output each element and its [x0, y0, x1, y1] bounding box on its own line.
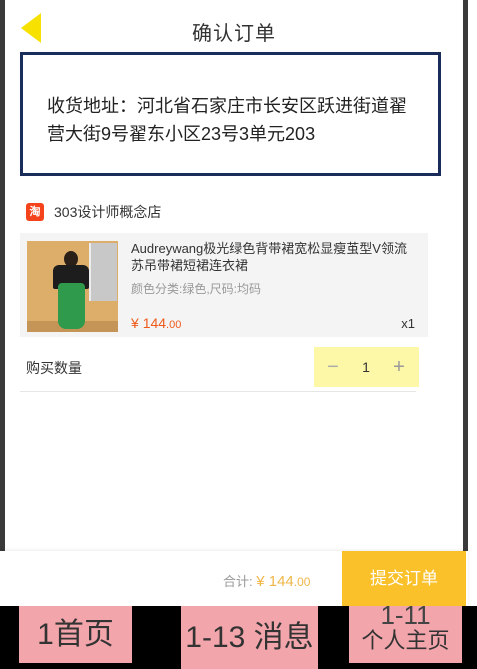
taobao-store-icon: 淘	[26, 203, 44, 221]
total-label: 合计:	[223, 574, 257, 589]
tab-home[interactable]: 1首页	[19, 606, 132, 663]
price-decimal: .00	[166, 319, 182, 331]
store-row[interactable]: 淘 303设计师概念店	[26, 200, 161, 224]
header: 确认订单	[5, 0, 463, 58]
purchase-quantity-label: 购买数量	[26, 360, 82, 376]
right-frame	[463, 0, 468, 606]
price-currency: ¥	[131, 315, 143, 331]
purchase-quantity-row: 购买数量 − 1 +	[20, 345, 419, 392]
submit-bar: 合计: ¥ 144.00 提交订单	[0, 551, 468, 606]
order-total: 合计: ¥ 144.00	[223, 571, 310, 590]
product-image	[27, 241, 118, 332]
decrease-quantity-button[interactable]: −	[318, 351, 348, 383]
total-currency: ¥	[256, 573, 269, 590]
total-decimal: .00	[293, 575, 311, 589]
product-name: Audreywang极光绿色背带裙宽松显瘦茧型V领流苏吊带裙短裙连衣裙	[131, 241, 407, 273]
store-name: 303设计师概念店	[54, 204, 162, 220]
product-price: ¥ 144.00	[131, 315, 181, 331]
price-main: 144	[142, 315, 167, 331]
shipping-address-text: 收货地址：河北省石家庄市长安区跃进街道翟营大街9号翟东小区23号3单元203	[47, 96, 407, 144]
tab-profile-label: 个人主页	[361, 628, 450, 653]
product-spec: 颜色分类:绿色,尺码:均码	[131, 282, 262, 296]
product-card[interactable]: Audreywang极光绿色背带裙宽松显瘦茧型V领流苏吊带裙短裙连衣裙 颜色分类…	[20, 233, 428, 337]
shipping-address-card[interactable]: 收货地址：河北省石家庄市长安区跃进街道翟营大街9号翟东小区23号3单元203	[20, 52, 441, 176]
tab-profile-number: 1-11	[380, 600, 431, 630]
product-quantity: x1	[401, 316, 415, 331]
submit-order-button[interactable]: 提交订单	[342, 551, 466, 606]
quantity-value[interactable]: 1	[352, 351, 380, 383]
total-main: 144	[268, 573, 294, 590]
quantity-stepper: − 1 +	[314, 347, 419, 387]
increase-quantity-button[interactable]: +	[384, 351, 414, 383]
tab-profile[interactable]: 1-11 个人主页	[349, 600, 462, 663]
total-amount: ¥ 144.00	[256, 573, 310, 590]
page-title: 确认订单	[192, 23, 276, 45]
left-frame	[0, 0, 5, 606]
tab-messages[interactable]: 1-13 消息	[181, 606, 318, 669]
bottom-tab-bar: 1首页 1-13 消息 1-11 个人主页	[0, 600, 477, 669]
